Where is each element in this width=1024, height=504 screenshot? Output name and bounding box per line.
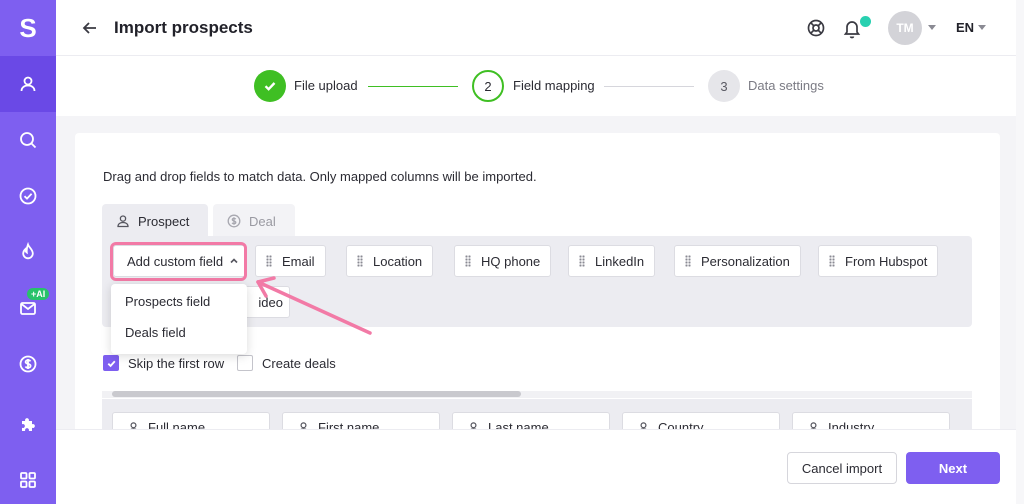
footer: Cancel import Next [56, 429, 1024, 504]
field-chip-personalization[interactable]: Personalization [674, 245, 801, 277]
annotation-arrow-icon [256, 276, 372, 335]
dollar-icon [227, 214, 241, 228]
sidebar: S +AI [0, 0, 56, 504]
drag-handle-icon [829, 255, 835, 267]
sidebar-item-search[interactable] [0, 112, 56, 168]
step-connector [604, 86, 694, 87]
avatar[interactable]: TM [888, 11, 922, 45]
sidebar-item-deals[interactable] [0, 224, 56, 280]
step-data-settings-circle: 3 [708, 70, 740, 102]
tab-deal-label: Deal [249, 213, 276, 229]
apps-grid-icon [20, 472, 36, 488]
field-chip-hq-phone[interactable]: HQ phone [454, 245, 552, 277]
check-circle-icon [19, 187, 37, 205]
step-field-mapping-circle: 2 [472, 70, 504, 102]
sidebar-item-billing[interactable] [0, 336, 56, 392]
horizontal-scrollbar-thumb[interactable] [112, 391, 521, 397]
drag-handle-icon [465, 255, 471, 267]
instructions-text: Drag and drop fields to match data. Only… [103, 169, 537, 184]
flame-icon [22, 242, 34, 260]
tab-prospect-label: Prospect [138, 213, 190, 229]
ai-badge: +AI [27, 288, 50, 300]
field-chip-label: Email [282, 253, 315, 269]
field-chip-from-hubspot[interactable]: From Hubspot [818, 245, 939, 277]
dropdown-item-deals-field[interactable]: Deals field [125, 325, 186, 340]
tab-prospect[interactable]: Prospect [102, 204, 208, 238]
field-chip-label: LinkedIn [595, 253, 645, 269]
custom-field-dropdown: Prospects field Deals field [111, 284, 247, 354]
cancel-import-button[interactable]: Cancel import [787, 452, 897, 484]
user-icon [117, 215, 129, 228]
step-field-mapping-label: Field mapping [513, 78, 595, 93]
sidebar-item-apps[interactable] [0, 452, 56, 504]
field-chip-label: HQ phone [481, 253, 541, 269]
language-selector[interactable]: EN [956, 20, 974, 35]
step-file-upload-circle [254, 70, 286, 102]
mapping-card: Drag and drop fields to match data. Only… [75, 133, 1000, 433]
drag-handle-icon [357, 255, 363, 267]
dropdown-item-prospects-field[interactable]: Prospects field [125, 294, 210, 309]
bell-icon[interactable] [842, 17, 862, 39]
checkmark-icon [264, 82, 276, 91]
sidebar-item-tasks[interactable] [0, 168, 56, 224]
field-chip-label: Location [373, 253, 423, 269]
field-chip-label: From Hubspot [845, 253, 928, 269]
sidebar-item-integrations[interactable] [0, 396, 56, 452]
skip-first-row-label: Skip the first row [128, 355, 225, 371]
checkbox-checked[interactable] [103, 355, 119, 371]
sidebar-item-email[interactable] [0, 280, 56, 336]
sidebar-item-prospects[interactable] [0, 56, 56, 112]
drag-handle-icon [266, 255, 272, 267]
page-scrollbar[interactable] [1016, 0, 1024, 504]
header: Import prospects TM EN [56, 0, 1024, 56]
step-data-settings-label: Data settings [748, 78, 824, 93]
field-chip-label: Personalization [701, 253, 790, 269]
checkbox-unchecked[interactable] [237, 355, 253, 371]
user-icon [20, 76, 36, 92]
step-connector [368, 86, 458, 87]
puzzle-icon [22, 418, 35, 431]
tab-deal[interactable]: Deal [213, 204, 295, 238]
dollar-icon [19, 355, 37, 373]
stepper: File upload 2 Field mapping 3 Data setti… [56, 56, 1024, 116]
step-file-upload-label: File upload [294, 78, 358, 93]
page-title: Import prospects [114, 18, 253, 37]
next-button[interactable]: Next [906, 452, 1000, 484]
chevron-down-icon[interactable] [928, 25, 936, 30]
support-icon[interactable] [806, 18, 826, 38]
mail-icon [20, 302, 36, 315]
create-deals-label: Create deals [262, 355, 336, 371]
add-custom-field-highlight [110, 242, 247, 281]
drag-handle-icon [579, 255, 585, 267]
skip-first-row-checkbox[interactable]: Skip the first row [103, 355, 224, 371]
notification-dot [860, 16, 871, 27]
create-deals-checkbox[interactable]: Create deals [237, 355, 336, 371]
back-arrow-icon[interactable] [80, 18, 100, 38]
app-logo[interactable]: S [0, 0, 56, 56]
checkmark-icon [107, 360, 115, 367]
field-chip-linkedin[interactable]: LinkedIn [568, 245, 656, 277]
chevron-down-icon[interactable] [978, 25, 986, 30]
drag-handle-icon [685, 255, 691, 267]
search-icon [20, 132, 37, 149]
